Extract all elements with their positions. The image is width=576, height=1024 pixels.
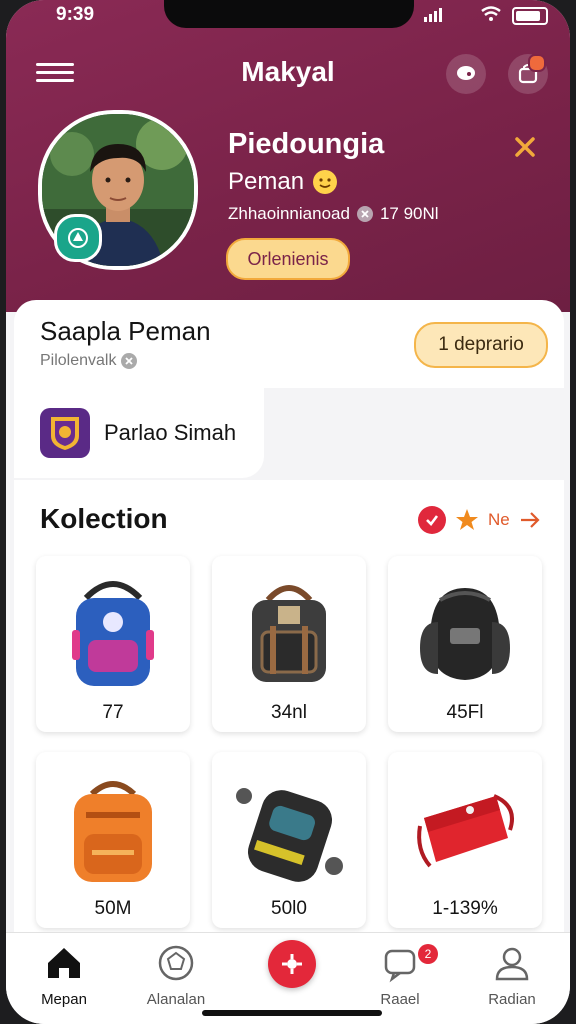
item-price: 50l0	[271, 898, 307, 919]
messages-badge: 2	[418, 944, 438, 964]
dark-backpack-icon	[252, 585, 326, 682]
center-action-icon	[282, 954, 302, 974]
clear-icon	[356, 206, 373, 222]
team-name: Parlao Simah	[104, 420, 237, 445]
collection-item[interactable]: 50l0	[212, 752, 366, 928]
wifi-icon	[481, 6, 501, 21]
ball-icon	[158, 945, 194, 981]
collection-actions: Ne	[418, 506, 542, 534]
profile-meta-text: Zhhaoinnianoad	[228, 204, 350, 223]
profile-meta: Zhhaoinnianoad 17 90Nl	[228, 204, 439, 224]
collection-item[interactable]: 45Fl	[388, 556, 542, 732]
collection-item[interactable]: 1-139%	[388, 752, 542, 928]
item-price: 1-139%	[432, 898, 498, 919]
center-action-button[interactable]	[268, 940, 316, 988]
team-badge-icon	[54, 214, 102, 262]
item-price: 50M	[94, 898, 132, 919]
signal-icon	[424, 8, 442, 22]
arrow-right-icon[interactable]	[518, 510, 542, 530]
summary-subtitle-row: Pilolenvalk	[40, 352, 138, 370]
profile-role: Peman	[228, 168, 305, 195]
status-pill[interactable]: Orlenienis	[226, 238, 350, 280]
depart-button[interactable]: 1 deprario	[414, 322, 548, 368]
profile-meta-count: 17 90Nl	[379, 204, 439, 223]
helmet-bag-icon	[420, 588, 510, 680]
phone-screen: 9:39 Makyal Piedoungia Peman Zhhaoinnian…	[6, 0, 570, 1024]
see-more-link[interactable]: Ne	[488, 510, 510, 530]
check-icon[interactable]	[418, 506, 446, 534]
camera-notch	[164, 0, 414, 28]
profile-role-row: Peman	[228, 168, 338, 196]
collection-item[interactable]: 34nl	[212, 556, 366, 732]
chef-icon	[457, 66, 475, 80]
clear-small-icon	[121, 353, 138, 369]
avatar-mini-button[interactable]	[446, 54, 486, 94]
tab-home[interactable]: Mepan	[8, 933, 120, 1024]
star-icon[interactable]	[454, 507, 480, 533]
team-logo-icon	[40, 408, 90, 458]
blue-backpack-icon	[72, 581, 154, 686]
home-icon	[48, 948, 80, 978]
tab-label: Mepan	[41, 991, 87, 1008]
tab-label: Alanalan	[146, 991, 206, 1008]
user-icon	[495, 947, 529, 981]
orange-backpack-icon	[74, 781, 152, 882]
tab-profile[interactable]: Radian	[456, 933, 568, 1024]
close-icon[interactable]	[512, 134, 538, 160]
status-bar: 9:39	[6, 0, 570, 34]
profile-name: Piedoungia	[228, 128, 385, 160]
chat-icon	[384, 949, 416, 983]
item-price: 34nl	[271, 702, 307, 723]
collection-title: Kolection	[40, 503, 168, 534]
item-price: 77	[102, 702, 124, 723]
home-indicator	[202, 1010, 382, 1016]
red-sling-bag-icon	[417, 794, 514, 868]
tab-label: Raael	[380, 991, 420, 1008]
collection-item[interactable]: 77	[36, 556, 190, 732]
tab-label: Radian	[488, 991, 536, 1008]
notification-dot	[528, 54, 546, 72]
item-price: 45Fl	[446, 702, 484, 723]
summary-title: Saapla Peman	[40, 316, 211, 346]
status-time: 9:39	[56, 4, 95, 25]
collection-item[interactable]: 50M	[36, 752, 190, 928]
battery-icon	[512, 7, 548, 25]
gear-case-icon	[236, 788, 343, 882]
summary-subtitle: Pilolenvalk	[40, 352, 117, 369]
smile-icon	[313, 170, 338, 194]
notifications-button[interactable]	[508, 54, 548, 94]
